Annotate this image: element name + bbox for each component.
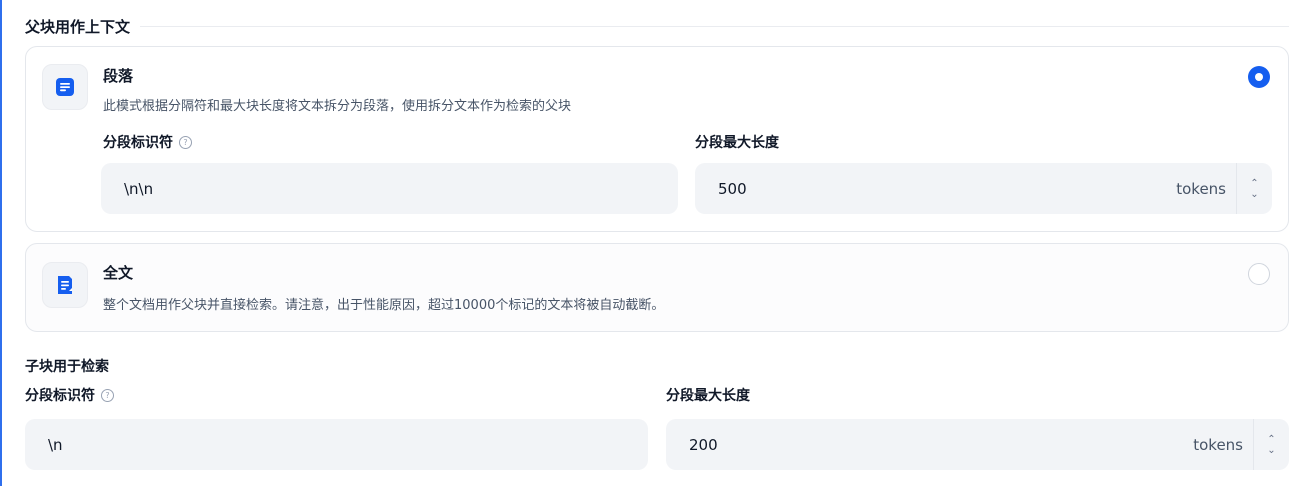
help-icon[interactable]: ? bbox=[101, 388, 114, 402]
child-max-length-input[interactable]: 200 tokens ⌃ ⌄ bbox=[666, 419, 1289, 470]
parent-delimiter-input[interactable]: \n\n bbox=[101, 163, 678, 214]
child-delimiter-label: 分段标识符 ? bbox=[25, 385, 114, 405]
chevron-down-icon[interactable]: ⌄ bbox=[1267, 445, 1275, 456]
parent-max-length-unit: tokens bbox=[1176, 179, 1226, 198]
child-delimiter-value: \n bbox=[48, 435, 63, 454]
chevron-up-icon[interactable]: ⌃ bbox=[1250, 178, 1258, 189]
fulltext-option-title: 全文 bbox=[103, 264, 134, 282]
parent-max-length-value: 500 bbox=[718, 179, 747, 198]
chevron-up-icon[interactable]: ⌃ bbox=[1267, 434, 1275, 445]
chevron-down-icon[interactable]: ⌄ bbox=[1250, 189, 1258, 200]
child-section-title: 子块用于检索 bbox=[25, 359, 109, 375]
parent-max-length-input[interactable]: 500 tokens ⌃ ⌄ bbox=[695, 163, 1272, 214]
fulltext-radio-unselected[interactable] bbox=[1248, 263, 1270, 285]
paragraph-option-description: 此模式根据分隔符和最大块长度将文本拆分为段落，使用拆分文本作为检索的父块 bbox=[103, 99, 572, 114]
child-max-length-label: 分段最大长度 bbox=[666, 388, 750, 404]
fulltext-option-card[interactable]: 全文 整个文档用作父块并直接检索。请注意，出于性能原因，超过10000个标记的文… bbox=[25, 243, 1289, 332]
section-divider bbox=[140, 26, 1289, 27]
paragraph-option-title: 段落 bbox=[103, 67, 134, 85]
parent-max-length-label: 分段最大长度 bbox=[695, 135, 779, 151]
child-max-length-stepper[interactable]: ⌃ ⌄ bbox=[1253, 419, 1289, 470]
radio-dot bbox=[1255, 73, 1263, 81]
paragraph-radio-selected[interactable] bbox=[1248, 66, 1270, 88]
parent-section-header: 父块用作上下文 bbox=[25, 16, 1289, 37]
child-delimiter-label-text: 分段标识符 bbox=[25, 388, 95, 404]
child-max-length-unit: tokens bbox=[1193, 435, 1243, 454]
parent-delimiter-value: \n\n bbox=[124, 179, 154, 198]
fulltext-option-description: 整个文档用作父块并直接检索。请注意，出于性能原因，超过10000个标记的文本将被… bbox=[103, 298, 665, 313]
left-border bbox=[0, 0, 2, 486]
document-icon bbox=[42, 262, 88, 308]
child-max-length-value: 200 bbox=[689, 435, 718, 454]
parent-max-length-stepper[interactable]: ⌃ ⌄ bbox=[1236, 163, 1272, 214]
help-icon[interactable]: ? bbox=[179, 135, 192, 149]
parent-delimiter-label-text: 分段标识符 bbox=[103, 135, 173, 151]
parent-delimiter-label: 分段标识符 ? bbox=[103, 132, 192, 152]
parent-section-title: 父块用作上下文 bbox=[25, 18, 131, 36]
child-delimiter-input[interactable]: \n bbox=[25, 419, 648, 470]
paragraph-option-card[interactable]: 段落 此模式根据分隔符和最大块长度将文本拆分为段落，使用拆分文本作为检索的父块 … bbox=[25, 46, 1289, 232]
paragraph-icon bbox=[42, 64, 88, 110]
